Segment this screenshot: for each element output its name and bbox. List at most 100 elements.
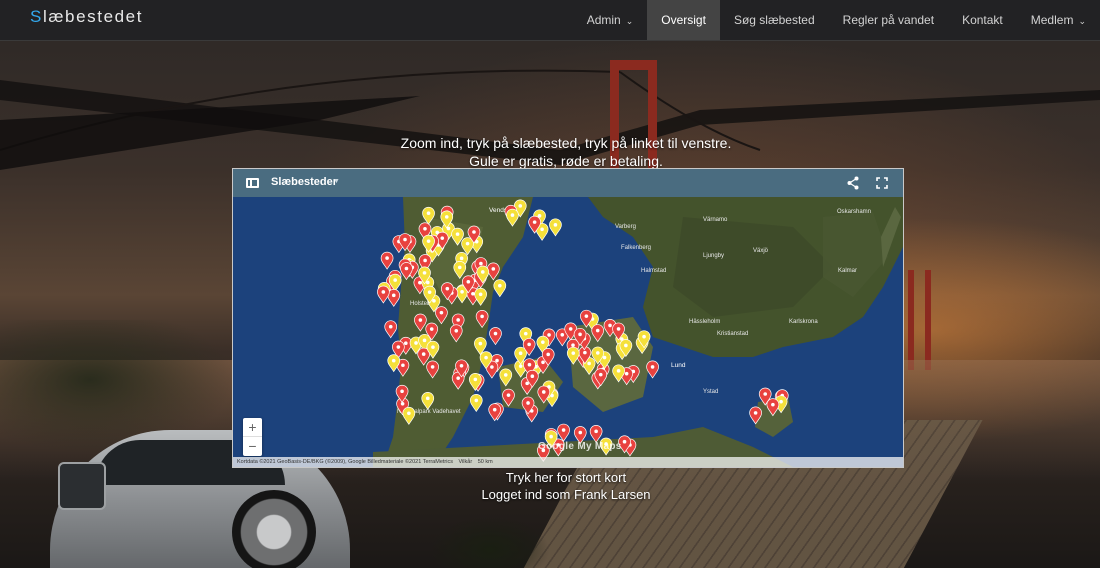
logo-text: læbestedet bbox=[42, 7, 144, 26]
marker-dot bbox=[553, 223, 558, 227]
place-label: Halmstad bbox=[641, 268, 666, 274]
big-map-link[interactable]: Tryk her for stort kort bbox=[0, 470, 1100, 485]
marker-dot bbox=[518, 351, 523, 356]
place-label: Värnamo bbox=[703, 217, 728, 223]
chevron-down-icon: ⌄ bbox=[1078, 16, 1086, 26]
marker-dot bbox=[388, 324, 393, 329]
marker-dot bbox=[587, 361, 591, 366]
marker-dot bbox=[763, 392, 768, 396]
marker-dot bbox=[396, 345, 401, 349]
place-label: Växjö bbox=[753, 248, 769, 254]
marker-dot bbox=[472, 230, 476, 234]
satellite-map[interactable]: Vendsyssel Varberg Värnamo Oskarshamn Fa… bbox=[233, 197, 903, 467]
nav-item-label: Søg slæbested bbox=[733, 13, 815, 27]
top-navbar: Slæbestedet Admin ⌄ Oversigt Søg slæbeste… bbox=[0, 0, 1100, 41]
place-label: Ystad bbox=[703, 389, 718, 395]
marker-dot bbox=[594, 429, 598, 434]
nav-item-medlem[interactable]: Medlem ⌄ bbox=[1017, 0, 1100, 40]
marker-dot bbox=[595, 351, 600, 355]
marker-dot bbox=[560, 332, 565, 337]
map-header: Slæbesteder ▼ bbox=[233, 169, 903, 197]
place-label: Hässleholm bbox=[689, 319, 720, 325]
marker-dot bbox=[418, 318, 423, 322]
marker-dot bbox=[459, 256, 464, 261]
shrub bbox=[420, 500, 570, 568]
place-label: Oskarshamn bbox=[837, 209, 871, 215]
marker-dot bbox=[527, 342, 531, 347]
marker-dot bbox=[547, 333, 551, 337]
marker-dot bbox=[473, 377, 478, 382]
marker-dot bbox=[510, 213, 515, 217]
marker-dot bbox=[571, 351, 576, 355]
nav-item-oversigt[interactable]: Oversigt bbox=[647, 0, 720, 40]
marker-dot bbox=[480, 314, 484, 319]
marker-dot bbox=[457, 265, 462, 270]
marker-dot bbox=[423, 258, 427, 263]
marker-dot bbox=[541, 390, 546, 394]
marker-dot bbox=[561, 428, 566, 432]
nav-item-soeg-slaebested[interactable]: Søg slæbested bbox=[720, 0, 829, 40]
marker-dot bbox=[527, 362, 532, 367]
terms-link[interactable]: Vilkår bbox=[459, 459, 473, 465]
nav-item-admin[interactable]: Admin ⌄ bbox=[573, 0, 648, 40]
marker-dot bbox=[432, 299, 436, 303]
marker-dot bbox=[608, 323, 612, 328]
marker-dot bbox=[414, 341, 418, 345]
logged-in-status: Logget ind som Frank Larsen bbox=[481, 487, 651, 502]
nav-item-label: Regler på vandet bbox=[842, 13, 935, 27]
marker-dot bbox=[526, 401, 530, 405]
marker-dot bbox=[459, 363, 464, 368]
marker-dot bbox=[454, 328, 459, 333]
dropdown-caret-icon[interactable]: ▼ bbox=[333, 178, 340, 185]
scale-bar: 50 km bbox=[477, 459, 493, 465]
site-logo[interactable]: Slæbestedet bbox=[30, 7, 143, 27]
marker-dot bbox=[624, 343, 628, 348]
sidebar-toggle-icon[interactable] bbox=[246, 178, 259, 188]
share-icon[interactable] bbox=[845, 175, 861, 191]
marker-dot bbox=[401, 363, 405, 368]
marker-dot bbox=[426, 239, 431, 243]
marker-dot bbox=[642, 334, 646, 339]
nav-item-label: Medlem bbox=[1030, 13, 1074, 27]
map-attribution: Kortdata ©2021 GeoBasis-DE/BKG (©2009), … bbox=[233, 457, 903, 467]
marker-dot bbox=[431, 345, 435, 349]
marker-dot bbox=[532, 220, 537, 224]
marker-dot bbox=[465, 241, 470, 246]
marker-dot bbox=[404, 341, 408, 346]
marker-dot bbox=[492, 407, 497, 412]
fullscreen-icon[interactable] bbox=[874, 175, 890, 191]
marker-dot bbox=[495, 358, 499, 363]
marker-dot bbox=[478, 292, 483, 297]
zoom-in-button[interactable]: + bbox=[243, 418, 262, 437]
marker-dot bbox=[479, 261, 483, 266]
marker-dot bbox=[421, 352, 426, 356]
nav-item-label: Kontakt bbox=[962, 13, 1003, 27]
marker-dot bbox=[460, 289, 464, 294]
marker-dot bbox=[530, 374, 535, 379]
zoom-out-button[interactable]: − bbox=[243, 437, 262, 455]
marker-dot bbox=[391, 293, 396, 298]
marker-dot bbox=[493, 331, 498, 336]
marker-dot bbox=[391, 358, 396, 363]
place-label: Kalmar bbox=[838, 268, 857, 274]
embedded-map[interactable]: Slæbesteder ▼ Varberg Värnamo Oskarshamn… bbox=[232, 168, 904, 468]
marker-dot bbox=[422, 271, 427, 275]
place-label: Karlskrona bbox=[789, 319, 818, 325]
marker-dot bbox=[474, 398, 479, 403]
place-label: Lund bbox=[671, 362, 686, 369]
marker-dot bbox=[478, 341, 483, 346]
marker-dot bbox=[578, 332, 582, 337]
place-label: Kristianstad bbox=[717, 331, 748, 337]
nav-item-regler[interactable]: Regler på vandet bbox=[829, 0, 948, 40]
logo-first-letter: S bbox=[30, 7, 43, 26]
marker-dot bbox=[503, 373, 508, 377]
marker-dot bbox=[425, 396, 430, 401]
nav-item-kontakt[interactable]: Kontakt bbox=[948, 0, 1017, 40]
marker-dot bbox=[595, 328, 600, 333]
marker-dot bbox=[440, 236, 445, 240]
marker-dot bbox=[518, 364, 523, 368]
marker-dot bbox=[568, 327, 573, 331]
marker-dot bbox=[616, 369, 621, 373]
marker-dot bbox=[650, 365, 655, 369]
marker-dot bbox=[506, 393, 511, 397]
